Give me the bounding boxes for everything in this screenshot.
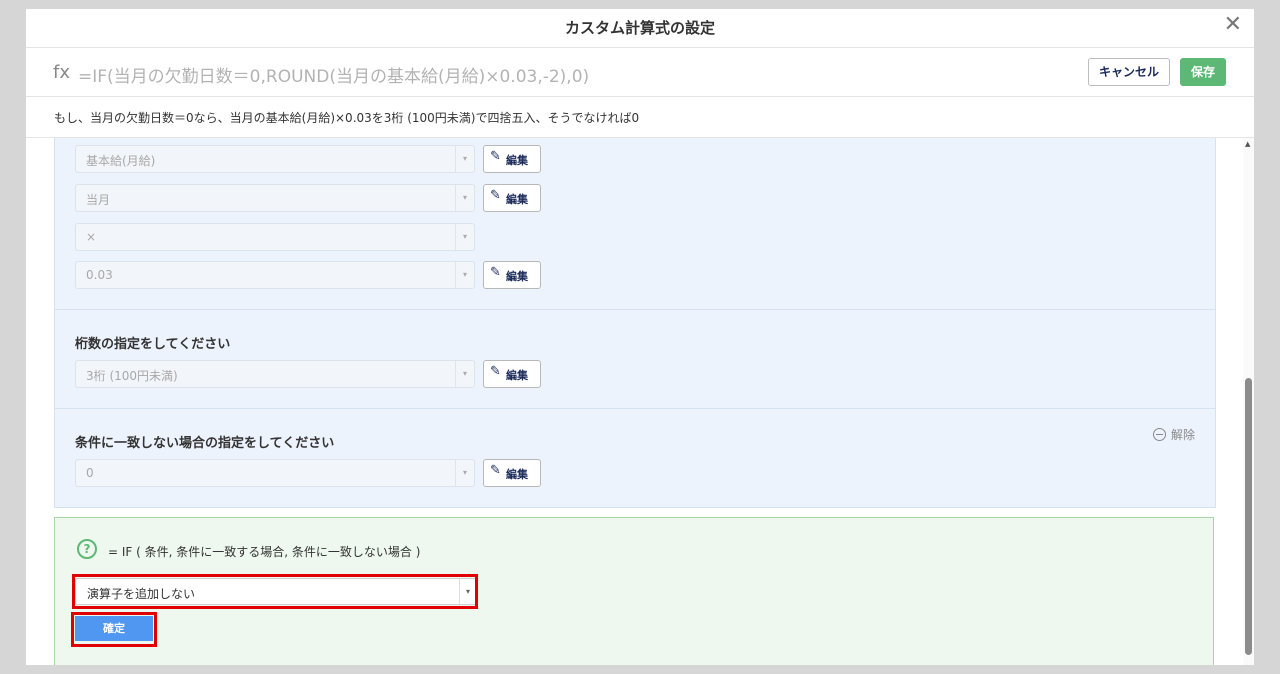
- help-icon[interactable]: ?: [77, 539, 97, 559]
- dialog-title: カスタム計算式の設定: [564, 19, 715, 37]
- custom-formula-dialog: カスタム計算式の設定 ✕ fx =IF(当月の欠勤日数＝0,ROUND(当月の基…: [26, 9, 1254, 665]
- formula-bar: fx =IF(当月の欠勤日数＝0,ROUND(当月の基本給(月給)×0.03,-…: [26, 48, 1254, 97]
- edit-button-1[interactable]: ✎ 編集: [483, 145, 541, 173]
- chevron-down-icon: ▾: [455, 146, 474, 172]
- remove-label: 解除: [1171, 428, 1196, 442]
- edit-button-3[interactable]: ✎ 編集: [483, 261, 541, 289]
- dialog-header: カスタム計算式の設定 ✕: [26, 9, 1254, 48]
- else-value-select[interactable]: 0 ▾: [75, 459, 475, 487]
- highlight-box: [72, 574, 478, 609]
- operator-select-value: ×: [86, 230, 97, 244]
- pencil-icon: ✎: [490, 463, 501, 478]
- operand-select-1-value: 基本給(月給): [86, 154, 156, 168]
- operand-select-2-value: 当月: [86, 193, 111, 207]
- chevron-down-icon: ▾: [455, 185, 474, 211]
- operand-select-3[interactable]: 0.03 ▾: [75, 261, 475, 289]
- scrollbar-thumb[interactable]: [1245, 378, 1252, 655]
- else-value-select-value: 0: [86, 466, 94, 480]
- close-icon[interactable]: ✕: [1224, 14, 1242, 36]
- digits-edit-button[interactable]: ✎ 編集: [483, 360, 541, 388]
- edit-button-2[interactable]: ✎ 編集: [483, 184, 541, 212]
- formula-editor-scroll-area: 基本給(月給) ▾ ✎ 編集 当月 ▾ ✎ 編集 × ▾ 0.03 ▾ ✎ 編集…: [26, 138, 1254, 665]
- pencil-icon: ✎: [490, 149, 501, 164]
- function-syntax: = IF ( 条件, 条件に一致する場合, 条件に一致しない場合 ): [108, 545, 421, 559]
- edit-button-label: 編集: [506, 154, 528, 167]
- chevron-down-icon: ▾: [455, 460, 474, 486]
- digits-select[interactable]: 3桁 (100円未満) ▾: [75, 360, 475, 388]
- formula-description: もし、当月の欠勤日数＝0なら、当月の基本給(月給)×0.03を3桁 (100円未…: [26, 97, 1254, 138]
- else-section-label: 条件に一致しない場合の指定をしてください: [75, 436, 335, 451]
- operator-select[interactable]: × ▾: [75, 223, 475, 251]
- chevron-down-icon: ▾: [455, 224, 474, 250]
- minus-circle-icon: [1153, 428, 1166, 441]
- chevron-down-icon: ▾: [455, 361, 474, 387]
- chevron-down-icon: ▾: [455, 262, 474, 288]
- operand-select-3-value: 0.03: [86, 268, 113, 282]
- pencil-icon: ✎: [490, 364, 501, 379]
- digits-select-value: 3桁 (100円未満): [86, 369, 178, 383]
- else-edit-button[interactable]: ✎ 編集: [483, 459, 541, 487]
- vertical-scrollbar[interactable]: ▲: [1243, 138, 1254, 665]
- remove-else-link[interactable]: 解除: [1153, 426, 1195, 443]
- save-button[interactable]: 保存: [1180, 58, 1226, 86]
- pencil-icon: ✎: [490, 188, 501, 203]
- pencil-icon: ✎: [490, 265, 501, 280]
- edit-button-label: 編集: [506, 468, 528, 481]
- edit-button-label: 編集: [506, 369, 528, 382]
- edit-button-label: 編集: [506, 270, 528, 283]
- formula-expression: =IF(当月の欠勤日数＝0,ROUND(当月の基本給(月給)×0.03,-2),…: [78, 67, 590, 87]
- operand-select-1[interactable]: 基本給(月給) ▾: [75, 145, 475, 173]
- formula-description-text: もし、当月の欠勤日数＝0なら、当月の基本給(月給)×0.03を3桁 (100円未…: [54, 111, 640, 125]
- fx-icon: fx: [53, 62, 70, 83]
- else-value-panel: 条件に一致しない場合の指定をしてください 解除 0 ▾ ✎ 編集: [54, 409, 1216, 508]
- function-helper-panel: ? = IF ( 条件, 条件に一致する場合, 条件に一致しない場合 ) 演算子…: [54, 517, 1214, 665]
- scroll-up-icon[interactable]: ▲: [1245, 140, 1250, 148]
- highlight-box: [71, 612, 157, 647]
- digits-section-label: 桁数の指定をしてください: [75, 337, 231, 352]
- operand-select-2[interactable]: 当月 ▾: [75, 184, 475, 212]
- digits-panel: 桁数の指定をしてください 3桁 (100円未満) ▾ ✎ 編集: [54, 310, 1216, 409]
- edit-button-label: 編集: [506, 193, 528, 206]
- cancel-button[interactable]: キャンセル: [1088, 58, 1170, 86]
- value-operands-panel: 基本給(月給) ▾ ✎ 編集 当月 ▾ ✎ 編集 × ▾ 0.03 ▾ ✎ 編集: [54, 138, 1216, 310]
